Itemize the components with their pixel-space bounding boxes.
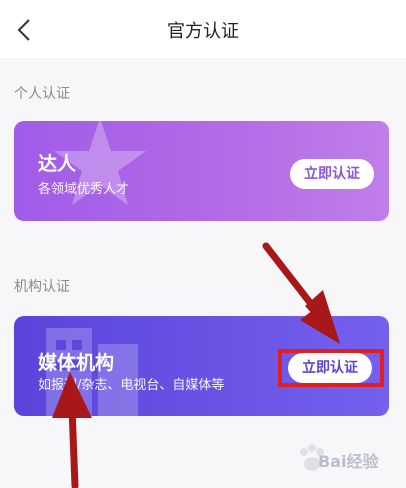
card-expert[interactable]: 达人 各领域优秀人才 立即认证 bbox=[14, 121, 389, 221]
page-title: 官方认证 bbox=[167, 21, 239, 42]
navigation-bar: 官方认证 bbox=[0, 0, 406, 60]
section-title-organization: 机构认证 bbox=[14, 279, 70, 295]
certify-button-expert[interactable]: 立即认证 bbox=[290, 159, 374, 189]
highlight-box bbox=[278, 349, 384, 387]
card-expert-desc: 各领域优秀人才 bbox=[38, 182, 130, 197]
card-media-org-name: 媒体机构 bbox=[38, 352, 115, 374]
watermark-text: Bai经验 bbox=[318, 452, 379, 471]
card-media-org-desc: 如报刊/杂志、电视台、自媒体等 bbox=[38, 378, 225, 393]
section-title-personal: 个人认证 bbox=[14, 86, 70, 102]
card-expert-name: 达人 bbox=[38, 153, 77, 175]
